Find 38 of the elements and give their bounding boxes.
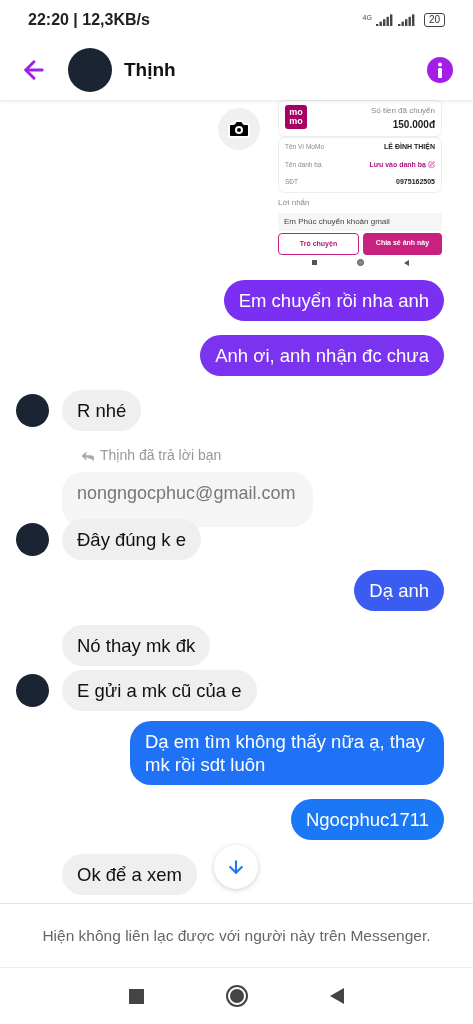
avatar[interactable]: [16, 523, 49, 556]
sent-message: Dạ anh: [354, 570, 444, 611]
received-message: Đây đúng k e: [62, 519, 201, 560]
sent-message: Dạ em tìm không thấy nữa ạ, thay mk rồi sdt luôn: [130, 721, 444, 785]
sent-message: Anh ơi, anh nhận đc chưa: [200, 335, 444, 376]
triangle-icon: [403, 259, 409, 266]
info-icon[interactable]: [427, 57, 453, 83]
amount-value: 150.000đ: [392, 118, 435, 132]
notice-text: Hiện không liên lạc được với người này trên Messenger.: [42, 926, 431, 946]
note-label: Lời nhắn: [278, 196, 311, 209]
scroll-down-button[interactable]: [214, 845, 258, 889]
quoted-message: nongngocphuc@gmail.com: [62, 472, 314, 527]
edit-icon: [428, 161, 435, 169]
note-field: Em Phúc chuyển khoản gmail: [278, 212, 442, 231]
battery-icon: 20: [423, 13, 445, 27]
avatar[interactable]: [16, 394, 49, 427]
received-message: E gửi a mk cũ của e: [62, 670, 257, 711]
received-message: Nó thay mk đk: [62, 625, 211, 666]
square-icon: [311, 260, 317, 265]
contact-name[interactable]: Thịnh: [124, 55, 176, 85]
received-message: Ok để a xem: [62, 854, 197, 895]
recents-icon[interactable]: [129, 988, 144, 1004]
momo-logo: mo mo: [285, 105, 307, 129]
amount-label: Số tiền đã chuyển: [370, 105, 435, 117]
arrow-down-icon: [226, 857, 246, 877]
signal-icon: [375, 14, 394, 26]
avatar[interactable]: [16, 674, 49, 707]
back-nav-icon[interactable]: [330, 988, 344, 1004]
status-time: 22:20 | 12,3KB/s: [28, 10, 150, 30]
signal-icon: [397, 14, 416, 26]
received-message: R nhé: [62, 390, 142, 431]
avatar[interactable]: [68, 48, 112, 92]
sent-message: Ngocphuc1711: [290, 799, 444, 840]
camera-button[interactable]: [218, 108, 260, 150]
home-icon[interactable]: [226, 985, 248, 1007]
reply-note: Thịnh đã trả lời bạn: [100, 446, 222, 465]
sent-message: Em chuyển rồi nha anh: [223, 280, 444, 321]
camera-icon: [227, 117, 251, 141]
